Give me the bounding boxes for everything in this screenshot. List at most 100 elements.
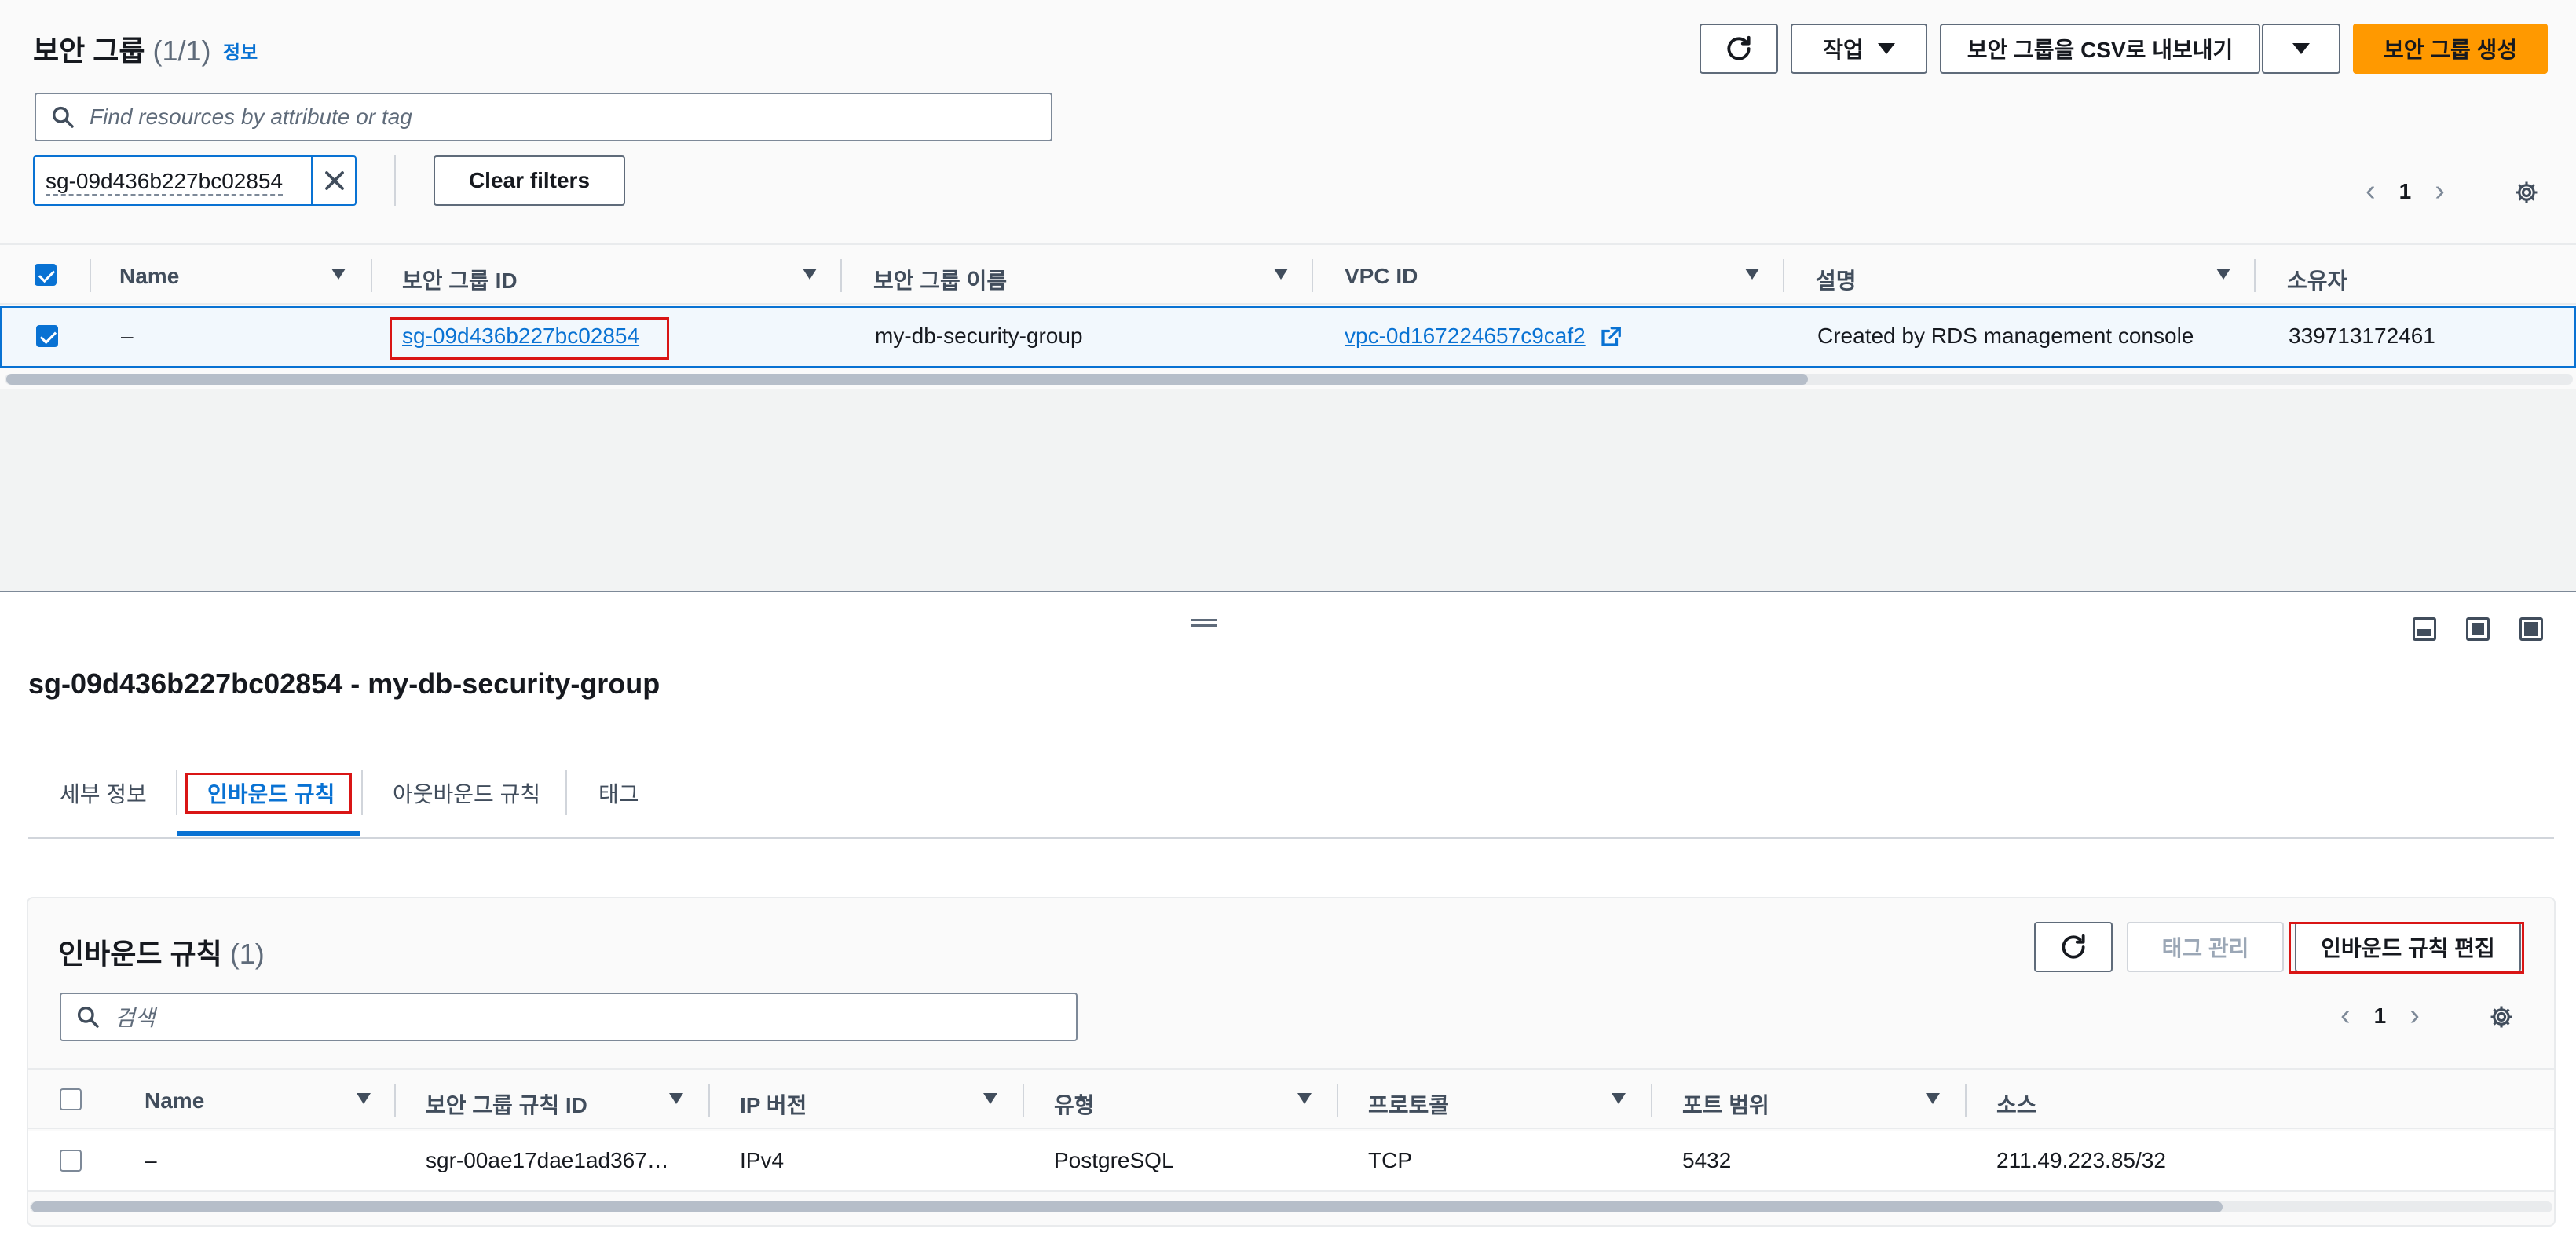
sort-icon[interactable] <box>983 1093 997 1104</box>
sort-icon[interactable] <box>1297 1093 1312 1104</box>
rules-search-placeholder: 검색 <box>115 1006 156 1030</box>
tab-divider <box>565 770 567 815</box>
create-security-group-button[interactable]: 보안 그룹 생성 <box>2353 24 2548 74</box>
external-link-icon[interactable] <box>1599 325 1623 349</box>
actions-dropdown[interactable]: 작업 <box>1791 24 1927 74</box>
select-all-rules-checkbox[interactable] <box>60 1088 82 1110</box>
split-panel-divider[interactable] <box>0 591 2576 592</box>
detail-title: sg-09d436b227bc02854 - my-db-security-gr… <box>28 667 660 700</box>
caret-down-icon <box>2292 43 2310 54</box>
column-header-port-range[interactable]: 포트 범위 <box>1682 1088 1769 1120</box>
column-header-protocol[interactable]: 프로토콜 <box>1368 1088 1449 1120</box>
cell-source: 211.49.223.85/32 <box>1996 1148 2166 1172</box>
gear-icon[interactable] <box>2513 179 2540 206</box>
sort-icon[interactable] <box>1745 269 1759 280</box>
search-icon <box>77 1006 99 1028</box>
tab-tags[interactable]: 태그 <box>598 777 639 809</box>
tab-divider <box>176 770 177 815</box>
cell-protocol: TCP <box>1368 1148 1412 1172</box>
column-header-description[interactable]: 설명 <box>1816 264 1857 295</box>
sort-icon[interactable] <box>1274 269 1288 280</box>
table-empty-area <box>0 389 2576 591</box>
table-row[interactable]: – sgr-00ae17dae1ad367… IPv4 PostgreSQL T… <box>28 1131 2554 1192</box>
sort-icon[interactable] <box>2216 269 2230 280</box>
sort-icon[interactable] <box>331 269 346 280</box>
split-side-icon[interactable] <box>2466 617 2490 641</box>
tab-outbound-rules[interactable]: 아웃바운드 규칙 <box>393 777 540 809</box>
cell-rule-id: sgr-00ae17dae1ad367… <box>426 1148 669 1172</box>
page-number[interactable]: 1 <box>2399 179 2412 204</box>
tab-details[interactable]: 세부 정보 <box>60 777 147 809</box>
refresh-button[interactable] <box>2034 922 2113 972</box>
close-icon <box>325 171 344 190</box>
column-header-source[interactable]: 소스 <box>1996 1088 2037 1120</box>
column-divider <box>1651 1084 1652 1117</box>
table-row[interactable]: – sg-09d436b227bc02854 my-db-security-gr… <box>0 306 2576 368</box>
vpc-id-link[interactable]: vpc-0d167224657c9caf2 <box>1345 324 1586 349</box>
security-groups-panel: 보안 그룹 (1/1) 정보 작업 보안 그룹을 CSV로 내보내기 보안 그룹… <box>0 0 2576 591</box>
clear-filters-button[interactable]: Clear filters <box>434 155 625 206</box>
rules-search-input[interactable]: 검색 <box>60 993 1078 1041</box>
export-csv-button[interactable]: 보안 그룹을 CSV로 내보내기 <box>1940 24 2260 74</box>
row-checkbox[interactable] <box>60 1150 82 1172</box>
column-header-sg-name[interactable]: 보안 그룹 이름 <box>873 264 1007 295</box>
column-divider <box>1783 259 1784 292</box>
chevron-right-icon[interactable]: › <box>2435 174 2445 208</box>
row-checkbox[interactable] <box>36 325 58 347</box>
split-bottom-icon[interactable] <box>2413 617 2436 641</box>
info-link[interactable]: 정보 <box>223 37 258 64</box>
gear-icon[interactable] <box>2488 1004 2515 1030</box>
column-header-name[interactable]: Name <box>145 1088 204 1113</box>
select-all-checkbox[interactable] <box>35 264 57 286</box>
export-csv-label: 보안 그룹을 CSV로 내보내기 <box>1967 38 2234 62</box>
split-full-icon[interactable] <box>2519 617 2543 641</box>
refresh-icon <box>2062 934 2085 959</box>
column-divider <box>1337 1084 1338 1117</box>
filter-token-value[interactable]: sg-09d436b227bc02854 <box>46 169 284 196</box>
scrollbar-thumb[interactable] <box>31 1201 2223 1212</box>
sort-icon[interactable] <box>357 1093 371 1104</box>
column-header-ip-version[interactable]: IP 버전 <box>740 1088 807 1120</box>
manage-tags-button[interactable]: 태그 관리 <box>2127 922 2284 972</box>
manage-tags-label: 태그 관리 <box>2161 936 2249 960</box>
cell-port-range: 5432 <box>1682 1148 1732 1172</box>
cell-ip-version: IPv4 <box>740 1148 785 1172</box>
sort-icon[interactable] <box>1926 1093 1940 1104</box>
column-divider <box>1023 1084 1024 1117</box>
column-header-type[interactable]: 유형 <box>1054 1088 1095 1120</box>
selection-count: (1/1) <box>152 35 211 67</box>
page-title-text: 보안 그룹 <box>33 35 145 67</box>
sort-icon[interactable] <box>1612 1093 1626 1104</box>
actions-label: 작업 <box>1823 38 1864 62</box>
chevron-left-icon[interactable]: ‹ <box>2366 174 2376 208</box>
clear-filters-label: Clear filters <box>468 168 591 192</box>
active-tab-indicator <box>177 831 360 836</box>
export-options-dropdown[interactable] <box>2262 24 2340 74</box>
pagination: ‹ 1 › <box>2366 174 2445 208</box>
refresh-icon <box>1727 35 1751 60</box>
cell-name: – <box>121 324 134 348</box>
column-header-owner[interactable]: 소유자 <box>2287 264 2347 295</box>
rules-page-number[interactable]: 1 <box>2374 1004 2387 1029</box>
chevron-right-icon[interactable]: › <box>2410 999 2420 1033</box>
column-divider <box>1312 259 1313 292</box>
column-divider <box>708 1084 710 1117</box>
column-header-name[interactable]: Name <box>119 264 179 289</box>
inbound-rules-count: (1) <box>229 938 265 970</box>
filter-token: sg-09d436b227bc02854 <box>33 155 357 206</box>
refresh-button[interactable] <box>1700 24 1778 74</box>
sort-icon[interactable] <box>669 1093 683 1104</box>
scrollbar-thumb[interactable] <box>6 374 1808 385</box>
column-header-sg-id[interactable]: 보안 그룹 ID <box>402 264 518 295</box>
chevron-left-icon[interactable]: ‹ <box>2340 999 2351 1033</box>
remove-filter-button[interactable] <box>311 157 357 204</box>
search-icon <box>52 106 74 128</box>
rules-table-header: Name 보안 그룹 규칙 ID IP 버전 유형 프로토콜 포트 범위 소스 <box>28 1068 2554 1129</box>
column-divider <box>840 259 842 292</box>
resize-handle-icon[interactable] <box>1191 619 1217 627</box>
column-header-vpc-id[interactable]: VPC ID <box>1345 264 1418 289</box>
column-header-rule-id[interactable]: 보안 그룹 규칙 ID <box>426 1088 587 1120</box>
sort-icon[interactable] <box>803 269 817 280</box>
resource-search-input[interactable]: Find resources by attribute or tag <box>35 93 1052 141</box>
caret-down-icon <box>1877 43 1895 54</box>
